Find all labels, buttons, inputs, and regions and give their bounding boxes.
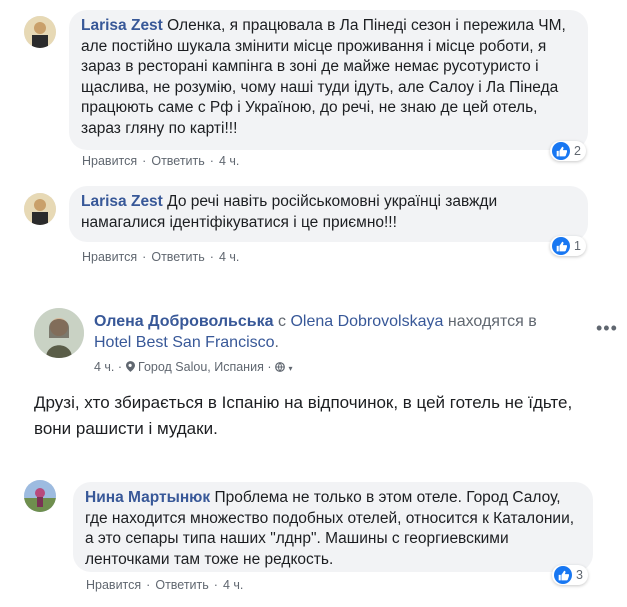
tagged-user[interactable]: Olena Dobrovolskaya [290,313,443,330]
post-text: Друзі, хто збирається в Іспанію на відпо… [34,393,573,438]
reply-link[interactable]: Ответить [151,250,204,264]
avatar[interactable] [34,308,84,358]
post-time[interactable]: 4 ч. [94,360,114,374]
ellipsis-icon[interactable]: ••• [596,318,618,339]
like-link[interactable]: Нравится [82,250,137,264]
timestamp[interactable]: 4 ч. [219,250,239,264]
reply-link[interactable]: Ответить [155,578,208,592]
reaction-number: 3 [576,568,583,582]
location-word: находятся в [447,313,537,330]
timestamp[interactable]: 4 ч. [219,154,239,168]
avatar[interactable] [24,193,56,225]
location-pin-icon [125,360,138,374]
comment-author[interactable]: Нина Мартынюк [85,489,210,506]
post-location[interactable]: Город Salou, Испания [138,360,264,374]
comment-author[interactable]: Larisa Zest [81,17,163,34]
comment-text: Оленка, я працювала в Ла Пінеді сезон і … [81,17,566,137]
privacy-icon: ▾ [275,360,292,374]
like-icon [554,566,572,584]
reply-link[interactable]: Ответить [151,154,204,168]
reaction-number: 2 [574,144,581,158]
reaction-count[interactable]: 2 [550,141,586,161]
avatar[interactable] [24,16,56,48]
post-meta: 4 ч. · Город Salou, Испания · ▾ [94,360,293,374]
reaction-number: 1 [574,239,581,253]
comment-actions: Нравится · Ответить · 4 ч. [86,578,244,592]
comment-actions: Нравится · Ответить · 4 ч. [82,250,240,264]
with-word: с [277,313,286,330]
avatar[interactable] [24,480,56,512]
like-link[interactable]: Нравится [82,154,137,168]
comment-author[interactable]: Larisa Zest [81,193,163,210]
timestamp[interactable]: 4 ч. [223,578,243,592]
comment-bubble: Larisa Zest Оленка, я працювала в Ла Пін… [69,10,588,150]
post-header: Олена Добровольська с Olena Dobrovolskay… [94,311,574,353]
post-author[interactable]: Олена Добровольська [94,313,274,330]
comment-bubble: Нина Мартынюк Проблема не только в этом … [73,482,593,572]
place-suffix: . [274,334,279,351]
reaction-count[interactable]: 3 [552,565,588,585]
comment-bubble: Larisa Zest До речі навіть російськомовн… [69,186,588,242]
reaction-count[interactable]: 1 [550,236,586,256]
comment-actions: Нравится · Ответить · 4 ч. [82,154,240,168]
like-icon [552,142,570,160]
like-link[interactable]: Нравится [86,578,141,592]
place-link[interactable]: Hotel Best San Francisco [94,334,275,351]
like-icon [552,237,570,255]
